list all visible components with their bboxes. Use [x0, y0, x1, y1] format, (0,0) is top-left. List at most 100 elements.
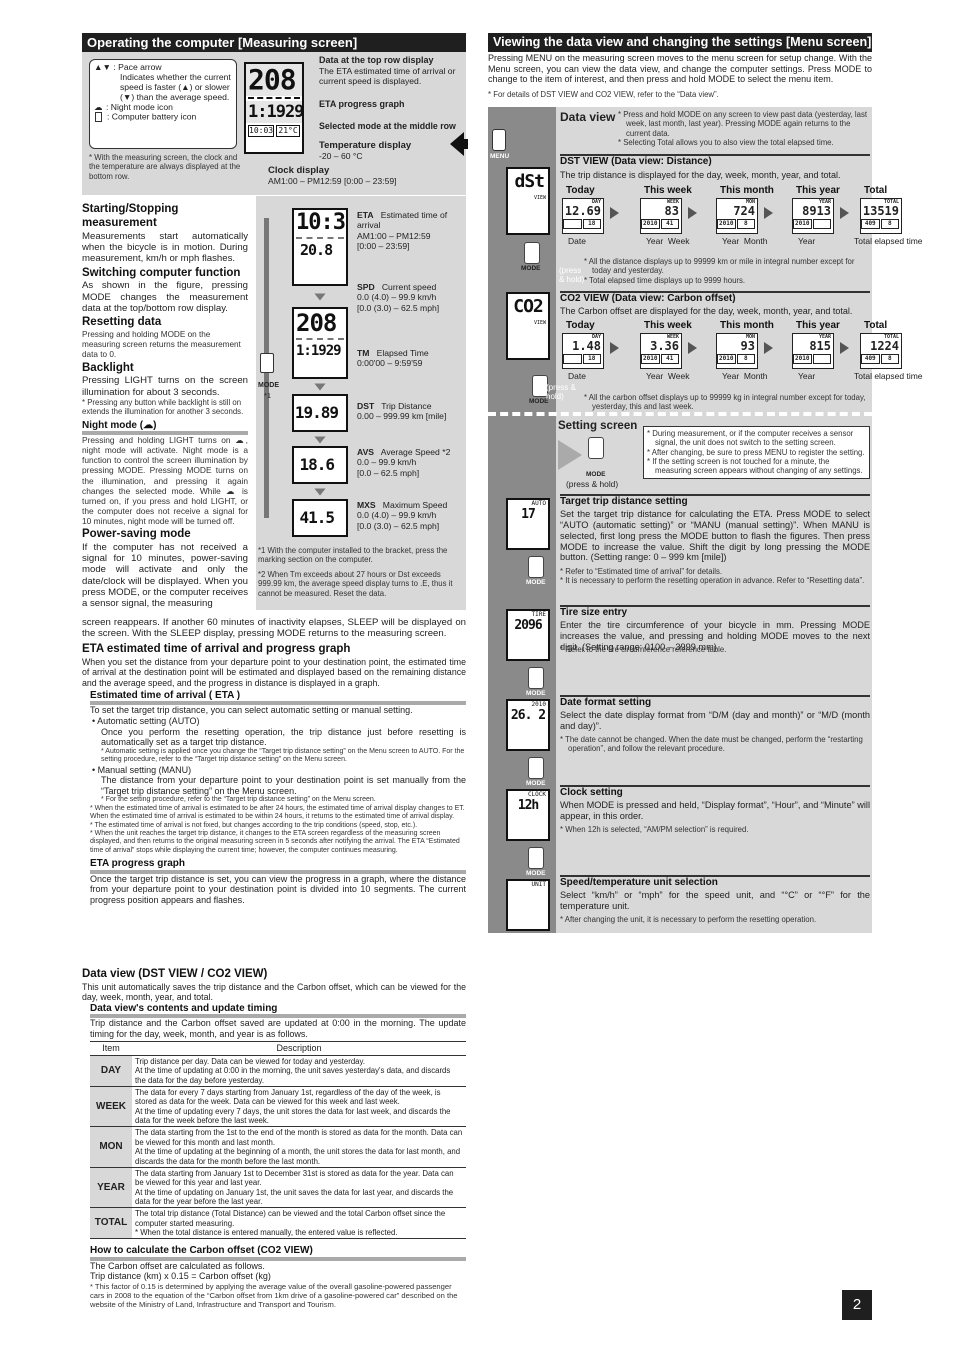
mode-button-icon[interactable] [528, 757, 544, 779]
setting-item-body: Set the target trip distance for calcula… [560, 509, 870, 563]
setting-lcd-tag: UNIT [531, 881, 546, 888]
mode-code: TM [357, 348, 370, 358]
period-value: 8913 [802, 204, 831, 218]
dst-view-body: The trip distance is displayed for the d… [560, 170, 841, 180]
eta-graph-title: ETA progress graph [90, 858, 466, 874]
dst-view-notes: * All the distance displays up to 99999 … [584, 257, 870, 285]
setting-arrow-icon [558, 440, 582, 470]
period-label: This month [720, 185, 774, 196]
section-divider [488, 412, 872, 416]
next-arrow-icon [610, 207, 619, 219]
next-arrow-icon [688, 207, 697, 219]
mode-button-icon[interactable] [528, 847, 544, 869]
eta-note: * When the unit reaches the target trip … [90, 830, 460, 854]
arrow-left-icon [450, 132, 464, 156]
row-item: WEEK [90, 1086, 132, 1128]
period-value: 815 [809, 339, 831, 353]
dataview-sub-title: Data view's contents and update timing [90, 1003, 466, 1019]
period-label: Total [864, 320, 888, 331]
setting-item-title: Speed/temperature unit selection [560, 877, 718, 888]
period-lcd: MON 93 2010 8 [716, 333, 758, 369]
mode-avs: AVS Average Speed *2 0.0 – 99.9 km/h [0.0 … [357, 447, 465, 478]
callout-clock: Clock display AM1:00 – PM12:59 [0:00 – 2… [268, 165, 397, 187]
table-header-description: Description [132, 1041, 466, 1057]
night-mode-label: : Night mode icon [106, 101, 173, 112]
manual-setting-note: * For the setting procedure, refer to th… [101, 796, 376, 804]
co2-view-lcd: CO2 VIEW [506, 292, 550, 360]
mode-range: 0.00 – 999.99 km [mile] [357, 411, 447, 422]
period-value: 1.48 [572, 339, 601, 353]
mode-dst: DST Trip Distance 0.00 – 999.99 km [mile] [357, 401, 465, 422]
mode-name: Trip Distance [381, 401, 432, 411]
mode-range2: [0:00 – 23:59] [357, 240, 410, 251]
mode-code: MXS [357, 500, 376, 510]
carbon-calc-formula: Trip distance (km) x 0.15 = Carbon offse… [90, 1271, 271, 1282]
period-bottom-cell: 2010 [793, 219, 812, 229]
period-sub-label: Year [798, 371, 816, 381]
mode-button-icon[interactable] [260, 353, 274, 373]
setting-lcd: UNIT [506, 879, 550, 931]
period-bottom-cell: 2010 [641, 354, 660, 364]
period-bottom-cell: 8 [736, 354, 755, 364]
arrow-left-shaft [464, 139, 468, 149]
switch-body: As shown in the figure, pressing MODE ch… [82, 280, 248, 314]
table-row: WEEK The data for every 7 days starting f… [90, 1086, 466, 1128]
setting-screen-title: Setting screen [558, 420, 638, 432]
table-row: MON The data starting from the 1st to the… [90, 1126, 466, 1168]
press-hold-label: (press & hold) [559, 266, 585, 284]
mode-button-icon[interactable] [528, 667, 544, 689]
dst-view-sequence: Today DAY 12.69 18 Date This week WEEK 83 2010 41… [560, 185, 923, 258]
mode-button-icon[interactable] [524, 242, 540, 264]
menu-button-label: MENU [490, 153, 510, 160]
menu-button-icon[interactable] [492, 129, 506, 151]
period-sub-label: Total elapsed time [854, 236, 923, 246]
mode-button-icon[interactable] [588, 437, 604, 459]
setting-lcd: AUTO 17 [506, 498, 550, 550]
setting-lcd: TIRE 2096 [506, 609, 550, 661]
next-arrow-icon [764, 342, 773, 354]
night-mode-body: Pressing and holding LIGHT turns on ☁, n… [82, 435, 248, 526]
setting-item-note: * It is necessary to perform the resetti… [560, 576, 865, 586]
period-sub-label: Year Week [646, 371, 690, 381]
eta-title: ETA estimated time of arrival and progre… [82, 643, 351, 655]
mode-label: MODE [526, 780, 546, 787]
setting-item-notes: * After changing the unit, it is necessa… [560, 915, 870, 924]
period-bottom-cell: 8 [880, 354, 899, 364]
period-lcd: MON 724 2010 8 [716, 198, 758, 234]
period-value: 12.69 [564, 204, 601, 218]
setting-lcd-tag: 2010 [531, 701, 546, 708]
menu-panel: MENU dSt VIEW CO2 VIEW MODE MODE Data vi… [488, 107, 923, 933]
data-view-notes: * Press and hold MODE on any screen to v… [618, 110, 870, 147]
callout-clock-range: AM1:00 – PM12:59 [0:00 – 23:59] [268, 176, 397, 187]
period-bottom-cell [563, 354, 582, 364]
mode-name: Current speed [381, 282, 437, 292]
mode-button-icon[interactable] [528, 556, 544, 578]
setting-note: * During measurement, or if the computer… [647, 429, 854, 448]
eta-body: When you set the distance from your depa… [82, 656, 466, 688]
co2-view-sequence: Today DAY 1.48 18 Date This week WEEK 3.36 2010 4… [560, 320, 923, 393]
mode-code: DST [357, 401, 375, 411]
callout-temperature: Temperature display -20 – 60 °C [319, 140, 411, 162]
power-saving-body: If the computer has not received a signa… [82, 541, 248, 610]
period-bottom-cell: 18 [582, 354, 601, 364]
period-bottom-cell: 2010 [641, 219, 660, 229]
period-label: This month [720, 320, 774, 331]
setting-item-title: Tire size entry [560, 607, 628, 618]
dataview-sub-body: Trip distance and the Carbon offset save… [90, 1018, 466, 1039]
period-value: 83 [664, 204, 679, 218]
mode-name: Elapsed Time [376, 348, 429, 358]
period-lcd: WEEK 3.36 2010 41 [640, 333, 682, 369]
mode-label: MODE [526, 579, 546, 586]
left-text-column: Starting/Stopping measurement Measuremen… [82, 203, 248, 610]
night-mode-icon: ☁ [94, 101, 103, 112]
avs-lcd: 18.6 [292, 446, 348, 484]
footnote-2: *2 When Tm exceeds about 27 hours or Dst… [258, 570, 453, 598]
callout-temp-range: -20 – 60 °C [319, 151, 363, 162]
dst-note: * Total elapsed time displays up to 9999… [584, 275, 746, 285]
row-desc: The data for every 7 days starting from … [135, 1088, 441, 1107]
carbon-calc-title: How to calculate the Carbon offset (CO2 … [90, 1245, 466, 1261]
tm-lcd: 208 1:1929 [292, 307, 348, 379]
start-stop-body: Measurements start automatically when th… [82, 230, 248, 265]
eta-note: * The estimated time of arrival is not f… [90, 821, 418, 829]
mode-mxs: MXS Maximum Speed 0.0 (4.0) – 99.9 km/h [0… [357, 500, 465, 531]
